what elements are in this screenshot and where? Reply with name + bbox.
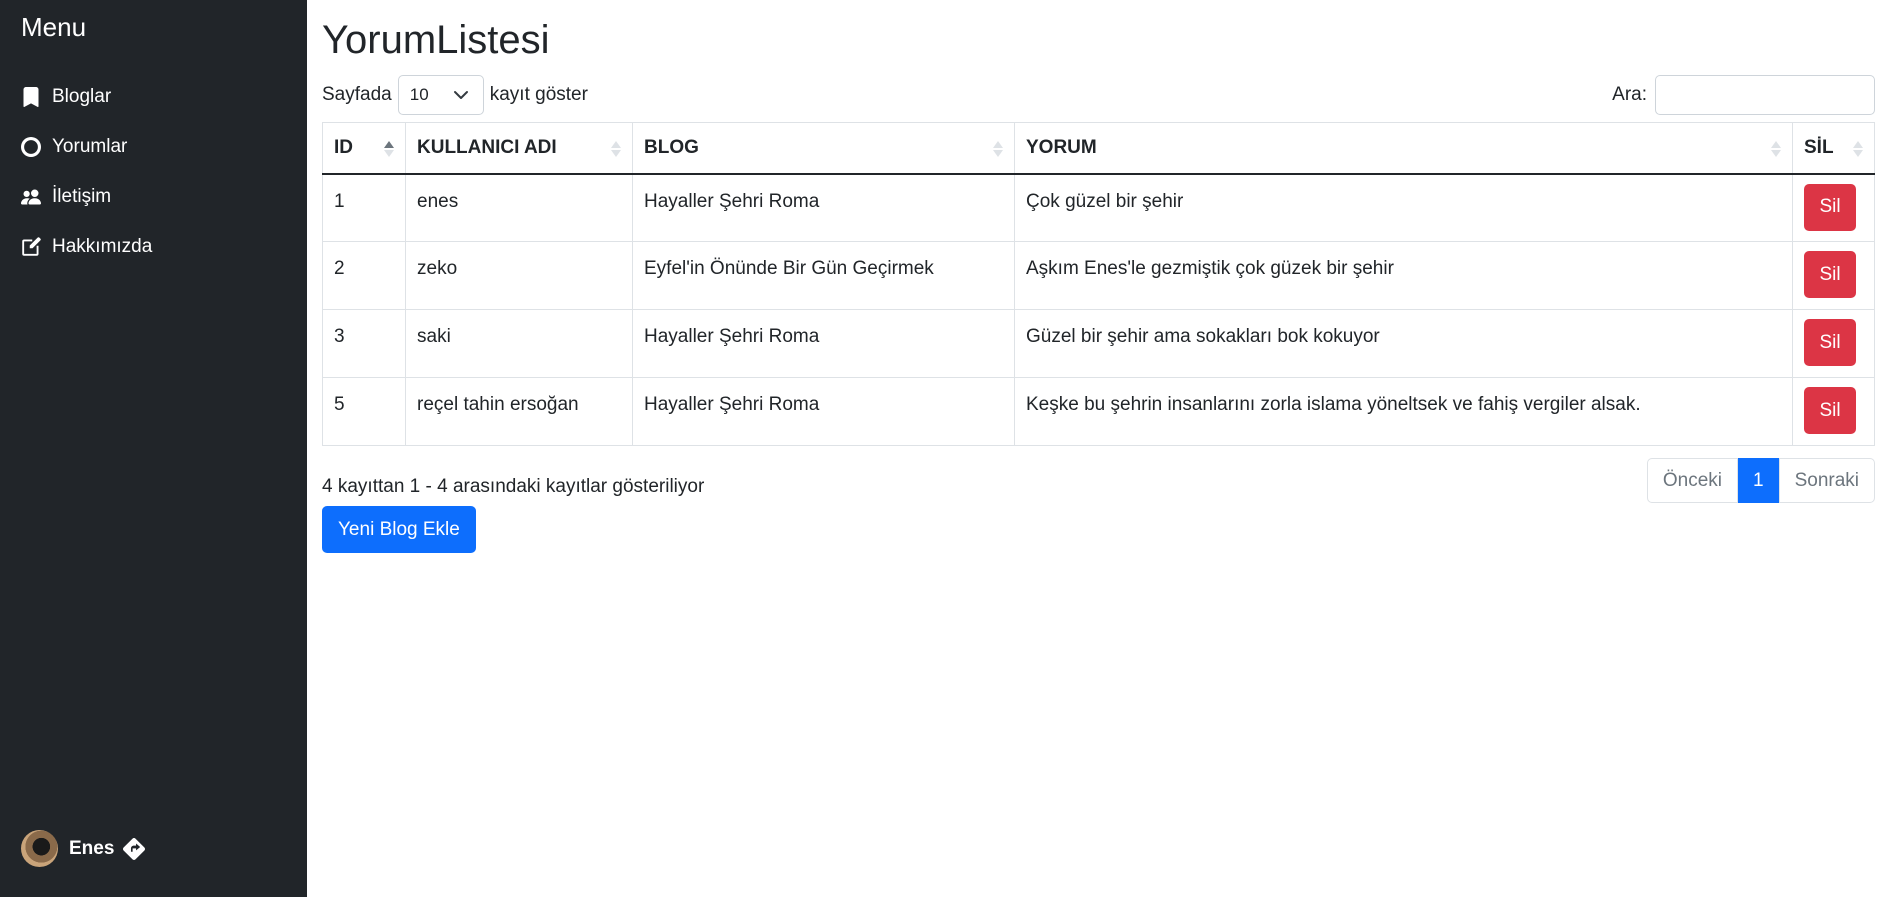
cell-id: 1 [322, 173, 406, 242]
search-input[interactable] [1655, 75, 1875, 115]
sidebar-item-label: Yorumlar [52, 136, 128, 157]
column-header-blog[interactable]: BLOG [632, 122, 1015, 175]
cell-id: 5 [322, 377, 406, 446]
cell-user: saki [405, 309, 633, 378]
pagination-previous[interactable]: Önceki [1646, 458, 1738, 503]
sort-icon [611, 141, 621, 157]
sort-icon [993, 141, 1003, 157]
cell-action: Sil [1792, 309, 1875, 378]
sidebar-item-label: İletişim [52, 186, 112, 207]
sidebar-item-iletisim[interactable]: İletişim [0, 172, 307, 222]
column-header-id[interactable]: ID [322, 122, 406, 175]
page-length-select[interactable]: 10 [397, 75, 484, 115]
table-row: 1 enes Hayaller Şehri Roma Çok güzel bir… [322, 173, 1875, 242]
sidebar-item-bloglar[interactable]: Bloglar [0, 72, 307, 122]
cell-blog: Eyfel'in Önünde Bir Gün Geçirmek [632, 241, 1015, 310]
people-icon [21, 187, 41, 207]
column-header-sil[interactable]: SİL [1792, 122, 1875, 175]
cell-action: Sil [1792, 377, 1875, 446]
delete-button[interactable]: Sil [1804, 387, 1856, 434]
column-header-kullanici-adi[interactable]: KULLANICI ADI [405, 122, 633, 175]
cell-blog: Hayaller Şehri Roma [632, 173, 1015, 242]
pagination: Önceki 1 Sonraki [1646, 458, 1875, 503]
table-row: 2 zeko Eyfel'in Önünde Bir Gün Geçirmek … [322, 241, 1875, 310]
cell-action: Sil [1792, 173, 1875, 242]
cell-comment: Çok güzel bir şehir [1014, 173, 1793, 242]
pagination-page-1[interactable]: 1 [1738, 458, 1779, 503]
bookmark-icon [21, 87, 41, 107]
sort-icon [1853, 141, 1863, 157]
delete-button[interactable]: Sil [1804, 251, 1856, 298]
page-length-control: Sayfada 10 kayıt göster [322, 75, 588, 115]
search-control: Ara: [1612, 75, 1875, 115]
cell-comment: Keşke bu şehrin insanlarını zorla islama… [1014, 377, 1793, 446]
search-label: Ara: [1612, 84, 1647, 105]
comments-table: ID KULLANICI ADI BLOG YORUM SİL 1 enes H… [322, 122, 1875, 446]
chevron-down-icon [453, 91, 468, 99]
sidebar-item-label: Bloglar [52, 86, 112, 107]
cell-user: enes [405, 173, 633, 242]
cell-id: 3 [322, 309, 406, 378]
table-row: 5 reçel tahin ersoğan Hayaller Şehri Rom… [322, 377, 1875, 446]
delete-button[interactable]: Sil [1804, 183, 1856, 231]
table-info: 4 kayıttan 1 - 4 arasındaki kayıtlar gös… [322, 476, 705, 497]
sidebar: Menu Bloglar Yorumlar İletişim Hakkımızd… [0, 0, 307, 897]
cell-comment: Aşkım Enes'le gezmiştik çok güzek bir şe… [1014, 241, 1793, 310]
menu-title: Menu [21, 12, 87, 42]
pagination-next[interactable]: Sonraki [1778, 458, 1875, 503]
edit-icon [21, 237, 41, 257]
cell-user: zeko [405, 241, 633, 310]
cell-id: 2 [322, 241, 406, 310]
length-suffix: kayıt göster [489, 84, 588, 105]
delete-button[interactable]: Sil [1804, 319, 1856, 366]
cell-blog: Hayaller Şehri Roma [632, 309, 1015, 378]
page-title: YorumListesi [322, 18, 550, 62]
cell-action: Sil [1792, 241, 1875, 310]
cell-comment: Güzel bir şehir ama sokakları bok kokuyo… [1014, 309, 1793, 378]
cell-blog: Hayaller Şehri Roma [632, 377, 1015, 446]
sort-asc-icon [384, 141, 394, 157]
avatar [21, 830, 58, 867]
cell-user: reçel tahin ersoğan [405, 377, 633, 446]
sidebar-item-hakkimizda[interactable]: Hakkımızda [0, 222, 307, 272]
circle-icon [21, 137, 41, 157]
sort-icon [1771, 141, 1781, 157]
column-header-yorum[interactable]: YORUM [1014, 122, 1793, 175]
new-blog-button[interactable]: Yeni Blog Ekle [322, 506, 476, 553]
user-name: Enes [69, 837, 115, 859]
direction-icon [123, 837, 146, 860]
sidebar-nav: Bloglar Yorumlar İletişim Hakkımızda [0, 72, 307, 272]
page-length-value: 10 [409, 85, 429, 104]
table-row: 3 saki Hayaller Şehri Roma Güzel bir şeh… [322, 309, 1875, 378]
table-header-row: ID KULLANICI ADI BLOG YORUM SİL [322, 122, 1875, 175]
sidebar-item-yorumlar[interactable]: Yorumlar [0, 122, 307, 172]
user-menu[interactable]: Enes [21, 830, 146, 867]
sidebar-item-label: Hakkımızda [52, 236, 153, 257]
length-prefix: Sayfada [322, 84, 392, 105]
